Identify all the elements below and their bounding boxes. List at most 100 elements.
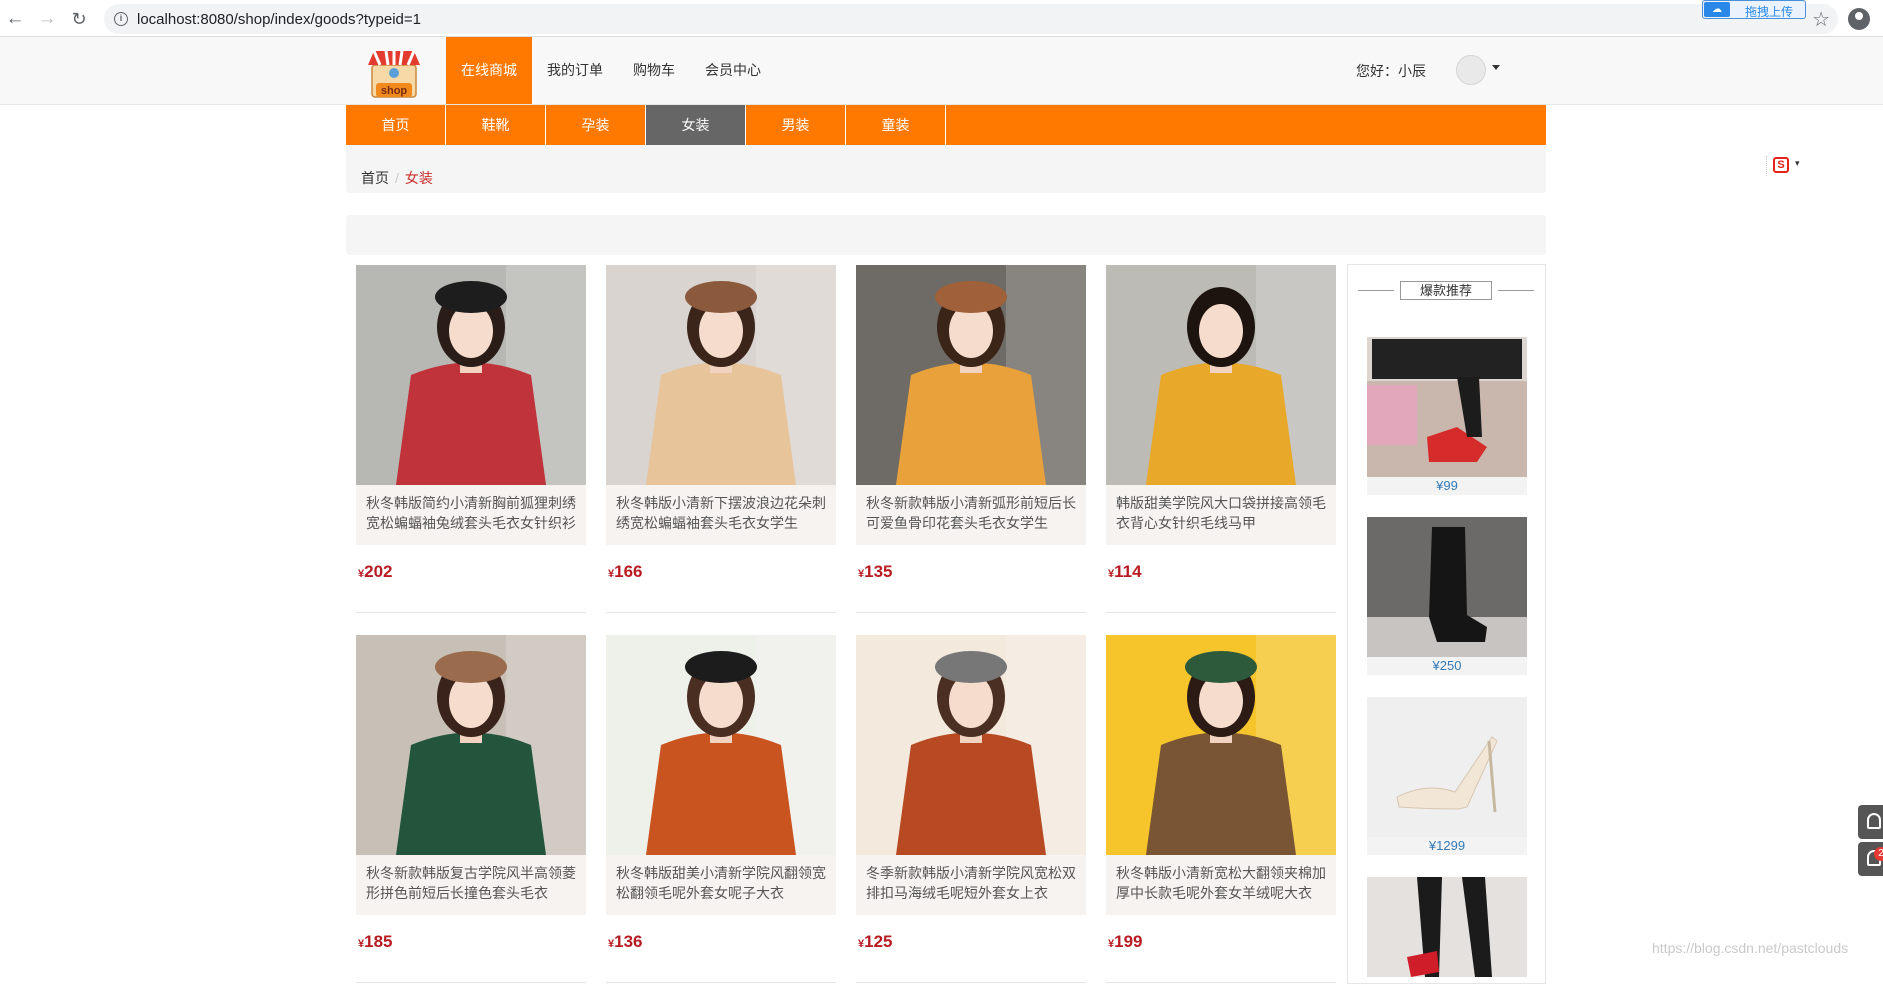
category-item[interactable]: 鞋靴 <box>446 105 546 145</box>
notification-badge: 2 <box>1874 847 1883 861</box>
product-photo[interactable] <box>1106 635 1336 855</box>
product-price: ¥125 <box>858 932 893 952</box>
reload-icon[interactable]: ↻ <box>68 8 90 30</box>
title-divider <box>1358 290 1394 291</box>
product-image[interactable] <box>1106 635 1336 855</box>
recommend-image[interactable] <box>1367 697 1527 837</box>
recommend-item[interactable]: ¥99 <box>1367 337 1527 495</box>
price-value: 136 <box>614 932 643 951</box>
card-divider <box>606 982 836 983</box>
recommend-price: ¥1299 <box>1367 837 1527 855</box>
product-name[interactable]: 秋冬新款韩版复古学院风半高领菱形拼色前短后长撞色套头毛衣 <box>356 855 586 915</box>
product-image[interactable] <box>606 635 836 855</box>
price-value: 1299 <box>1436 838 1466 853</box>
site-info-icon[interactable]: i <box>114 12 128 26</box>
category-item[interactable]: 童装 <box>846 105 946 145</box>
recommend-item[interactable]: ¥250 <box>1367 517 1527 675</box>
product-price: ¥136 <box>608 932 643 952</box>
product-image[interactable] <box>356 265 586 485</box>
breadcrumb-separator: / <box>395 170 399 186</box>
input-method-widget[interactable]: S ▾ <box>1766 156 1806 176</box>
product-price: ¥199 <box>1108 932 1143 952</box>
recommend-image[interactable] <box>1367 517 1527 657</box>
cloud-icon: ☁ <box>1704 2 1730 17</box>
bookmark-star-icon[interactable]: ☆ <box>1812 7 1830 32</box>
product-photo[interactable] <box>1106 265 1336 485</box>
card-divider <box>606 612 836 613</box>
product-photo[interactable] <box>856 635 1086 855</box>
breadcrumb: 首页 / 女装 <box>346 145 1546 193</box>
currency-symbol: ¥ <box>1432 658 1440 673</box>
category-item[interactable]: 孕装 <box>546 105 646 145</box>
dropdown-icon[interactable]: ▾ <box>1795 158 1800 169</box>
top-nav-item[interactable]: 我的订单 <box>532 37 618 104</box>
watermark: https://blog.csdn.net/pastclouds <box>1652 940 1849 956</box>
product-photo[interactable] <box>606 635 836 855</box>
product-name[interactable]: 冬季新款韩版小清新学院风宽松双排扣马海绒毛呢短外套女上衣 <box>856 855 1086 915</box>
price-value: 199 <box>1114 932 1143 951</box>
avatar[interactable] <box>1456 55 1486 85</box>
price-value: 125 <box>864 932 893 951</box>
product-photo[interactable] <box>606 265 836 485</box>
user-icon <box>1867 813 1881 829</box>
card-divider <box>356 982 586 983</box>
product-image[interactable] <box>856 635 1086 855</box>
browser-toolbar: ← → ↻ i localhost:8080/shop/index/goods?… <box>0 0 1883 37</box>
drag-upload-extension[interactable]: ☁ 拖拽上传 <box>1702 0 1806 19</box>
product-price: ¥114 <box>1108 562 1142 582</box>
recommend-image[interactable] <box>1367 877 1527 977</box>
top-nav: 在线商城 我的订单 购物车 会员中心 <box>446 37 776 104</box>
top-nav-item[interactable]: 购物车 <box>618 37 690 104</box>
product-image[interactable] <box>1106 265 1336 485</box>
product-image[interactable] <box>356 635 586 855</box>
product-name[interactable]: 秋冬韩版简约小清新胸前狐狸刺绣宽松蝙蝠袖兔绒套头毛衣女针织衫 <box>356 485 586 545</box>
product-photo[interactable] <box>856 265 1086 485</box>
product-name[interactable]: 秋冬韩版甜美小清新学院风翻领宽松翻领毛呢外套女呢子大衣 <box>606 855 836 915</box>
url-text[interactable]: localhost:8080/shop/index/goods?typeid=1 <box>137 11 421 28</box>
recommend-item[interactable] <box>1367 877 1527 977</box>
product-photo[interactable] <box>356 635 586 855</box>
product-price: ¥202 <box>358 562 393 582</box>
contact-float-button[interactable] <box>1858 805 1883 839</box>
card-divider <box>856 612 1086 613</box>
product-photo[interactable] <box>356 265 586 485</box>
breadcrumb-current: 女装 <box>404 170 433 186</box>
product-image[interactable] <box>856 265 1086 485</box>
address-bar[interactable]: i localhost:8080/shop/index/goods?typeid… <box>104 4 1838 34</box>
price-value: 99 <box>1443 478 1458 493</box>
caret-down-icon[interactable] <box>1492 65 1500 70</box>
product-name[interactable]: 韩版甜美学院风大口袋拼接高领毛衣背心女针织毛线马甲 <box>1106 485 1336 545</box>
category-item[interactable]: 首页 <box>346 105 446 145</box>
profile-icon[interactable] <box>1848 8 1870 30</box>
recommend-item[interactable]: ¥1299 <box>1367 697 1527 855</box>
price-value: 135 <box>864 562 893 581</box>
filter-bar <box>346 215 1546 255</box>
forward-arrow-icon[interactable]: → <box>36 8 58 30</box>
recommend-title-text: 爆款推荐 <box>1400 281 1492 300</box>
category-item[interactable]: 女装 <box>646 105 746 145</box>
product-name[interactable]: 秋冬韩版小清新宽松大翻领夹棉加厚中长款毛呢外套女羊绒呢大衣 <box>1106 855 1336 915</box>
title-divider <box>1498 290 1534 291</box>
product-price: ¥185 <box>358 932 393 952</box>
card-divider <box>856 982 1086 983</box>
product-price: ¥135 <box>858 562 893 582</box>
shop-logo[interactable]: shop <box>364 45 424 100</box>
hot-recommend-panel: 爆款推荐 ¥99 ¥250 ¥1299 <box>1347 264 1546 984</box>
sogou-s-icon[interactable]: S <box>1773 157 1789 173</box>
product-name[interactable]: 秋冬韩版小清新下摆波浪边花朵刺绣宽松蝙蝠袖套头毛衣女学生 <box>606 485 836 545</box>
extension-label: 拖拽上传 <box>1745 5 1794 19</box>
breadcrumb-home[interactable]: 首页 <box>361 170 389 186</box>
top-nav-item[interactable]: 会员中心 <box>690 37 776 104</box>
back-arrow-icon[interactable]: ← <box>4 8 26 30</box>
category-item[interactable]: 男装 <box>746 105 846 145</box>
recommend-image[interactable] <box>1367 337 1527 477</box>
card-divider <box>1106 612 1336 613</box>
top-nav-item[interactable]: 在线商城 <box>446 37 532 104</box>
product-price: ¥166 <box>608 562 643 582</box>
recommend-title: 爆款推荐 <box>1358 281 1534 301</box>
site-header: shop 在线商城 我的订单 购物车 会员中心 您好：小辰 <box>0 37 1883 105</box>
price-value: 166 <box>614 562 643 581</box>
product-image[interactable] <box>606 265 836 485</box>
price-value: 202 <box>364 562 393 581</box>
product-name[interactable]: 秋冬新款韩版小清新弧形前短后长可爱鱼骨印花套头毛衣女学生 <box>856 485 1086 545</box>
